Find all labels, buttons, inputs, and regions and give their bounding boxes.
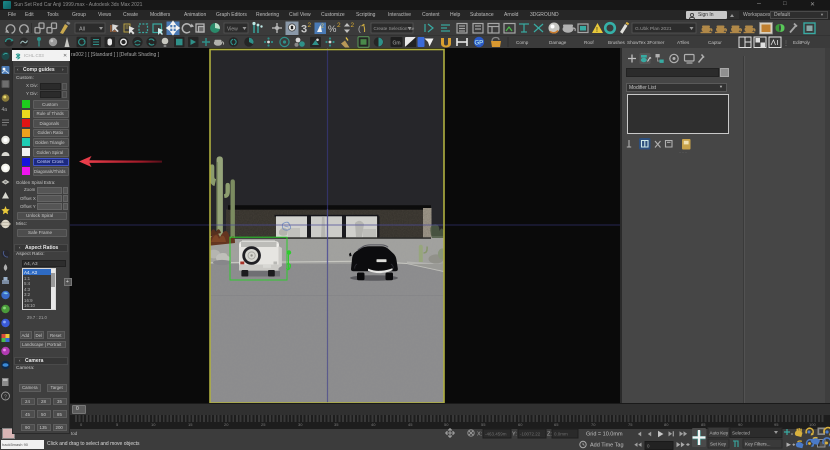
svg-text:Roof: Roof <box>584 40 594 45</box>
svg-text:Grid = 10.0mm: Grid = 10.0mm <box>586 432 623 438</box>
svg-text:2: 2 <box>308 22 312 29</box>
svg-text:⋮: ⋮ <box>783 41 789 47</box>
svg-text:Key Filters...: Key Filters... <box>745 442 771 447</box>
svg-text:EditPoly: EditPoly <box>793 40 811 45</box>
svg-text:2: 2 <box>321 24 324 30</box>
svg-text:View: View <box>227 27 238 33</box>
svg-text:3: 3 <box>301 24 307 36</box>
svg-text:0.0mm: 0.0mm <box>554 432 568 437</box>
svg-text:Set Key: Set Key <box>710 442 727 447</box>
svg-text:2: 2 <box>337 22 341 29</box>
svg-text:GP: GP <box>475 41 484 47</box>
svg-text:All: All <box>79 27 85 33</box>
svg-text:-463.459m: -463.459m <box>485 432 507 437</box>
svg-text:Add Time Tag: Add Time Tag <box>590 443 624 449</box>
svg-text:(: ( <box>358 24 361 34</box>
svg-text:%: % <box>328 24 337 35</box>
svg-text:Auto Key: Auto Key <box>710 431 729 436</box>
svg-text:4a: 4a <box>2 107 8 113</box>
svg-text:ShowTex: ShowTex <box>627 40 646 45</box>
svg-text:!: ! <box>596 27 598 34</box>
svg-text:Selected: Selected <box>732 431 750 436</box>
svg-text:Comp: Comp <box>516 40 529 45</box>
svg-text:2: 2 <box>351 22 355 29</box>
svg-text:-10072.22: -10072.22 <box>520 432 541 437</box>
svg-text:ATiles: ATiles <box>677 40 690 45</box>
svg-text:?: ? <box>4 395 7 401</box>
svg-text:Captur: Captur <box>708 40 722 45</box>
svg-text:Damage: Damage <box>549 40 567 45</box>
svg-text:Gm: Gm <box>393 41 401 47</box>
svg-text:G.Ubk Plan 2021: G.Ubk Plan 2021 <box>635 26 672 32</box>
svg-text:3Former: 3Former <box>647 40 665 45</box>
svg-text:Y:: Y: <box>512 432 517 438</box>
svg-text:Brushes: Brushes <box>608 40 626 45</box>
svg-text:X:: X: <box>477 432 483 438</box>
